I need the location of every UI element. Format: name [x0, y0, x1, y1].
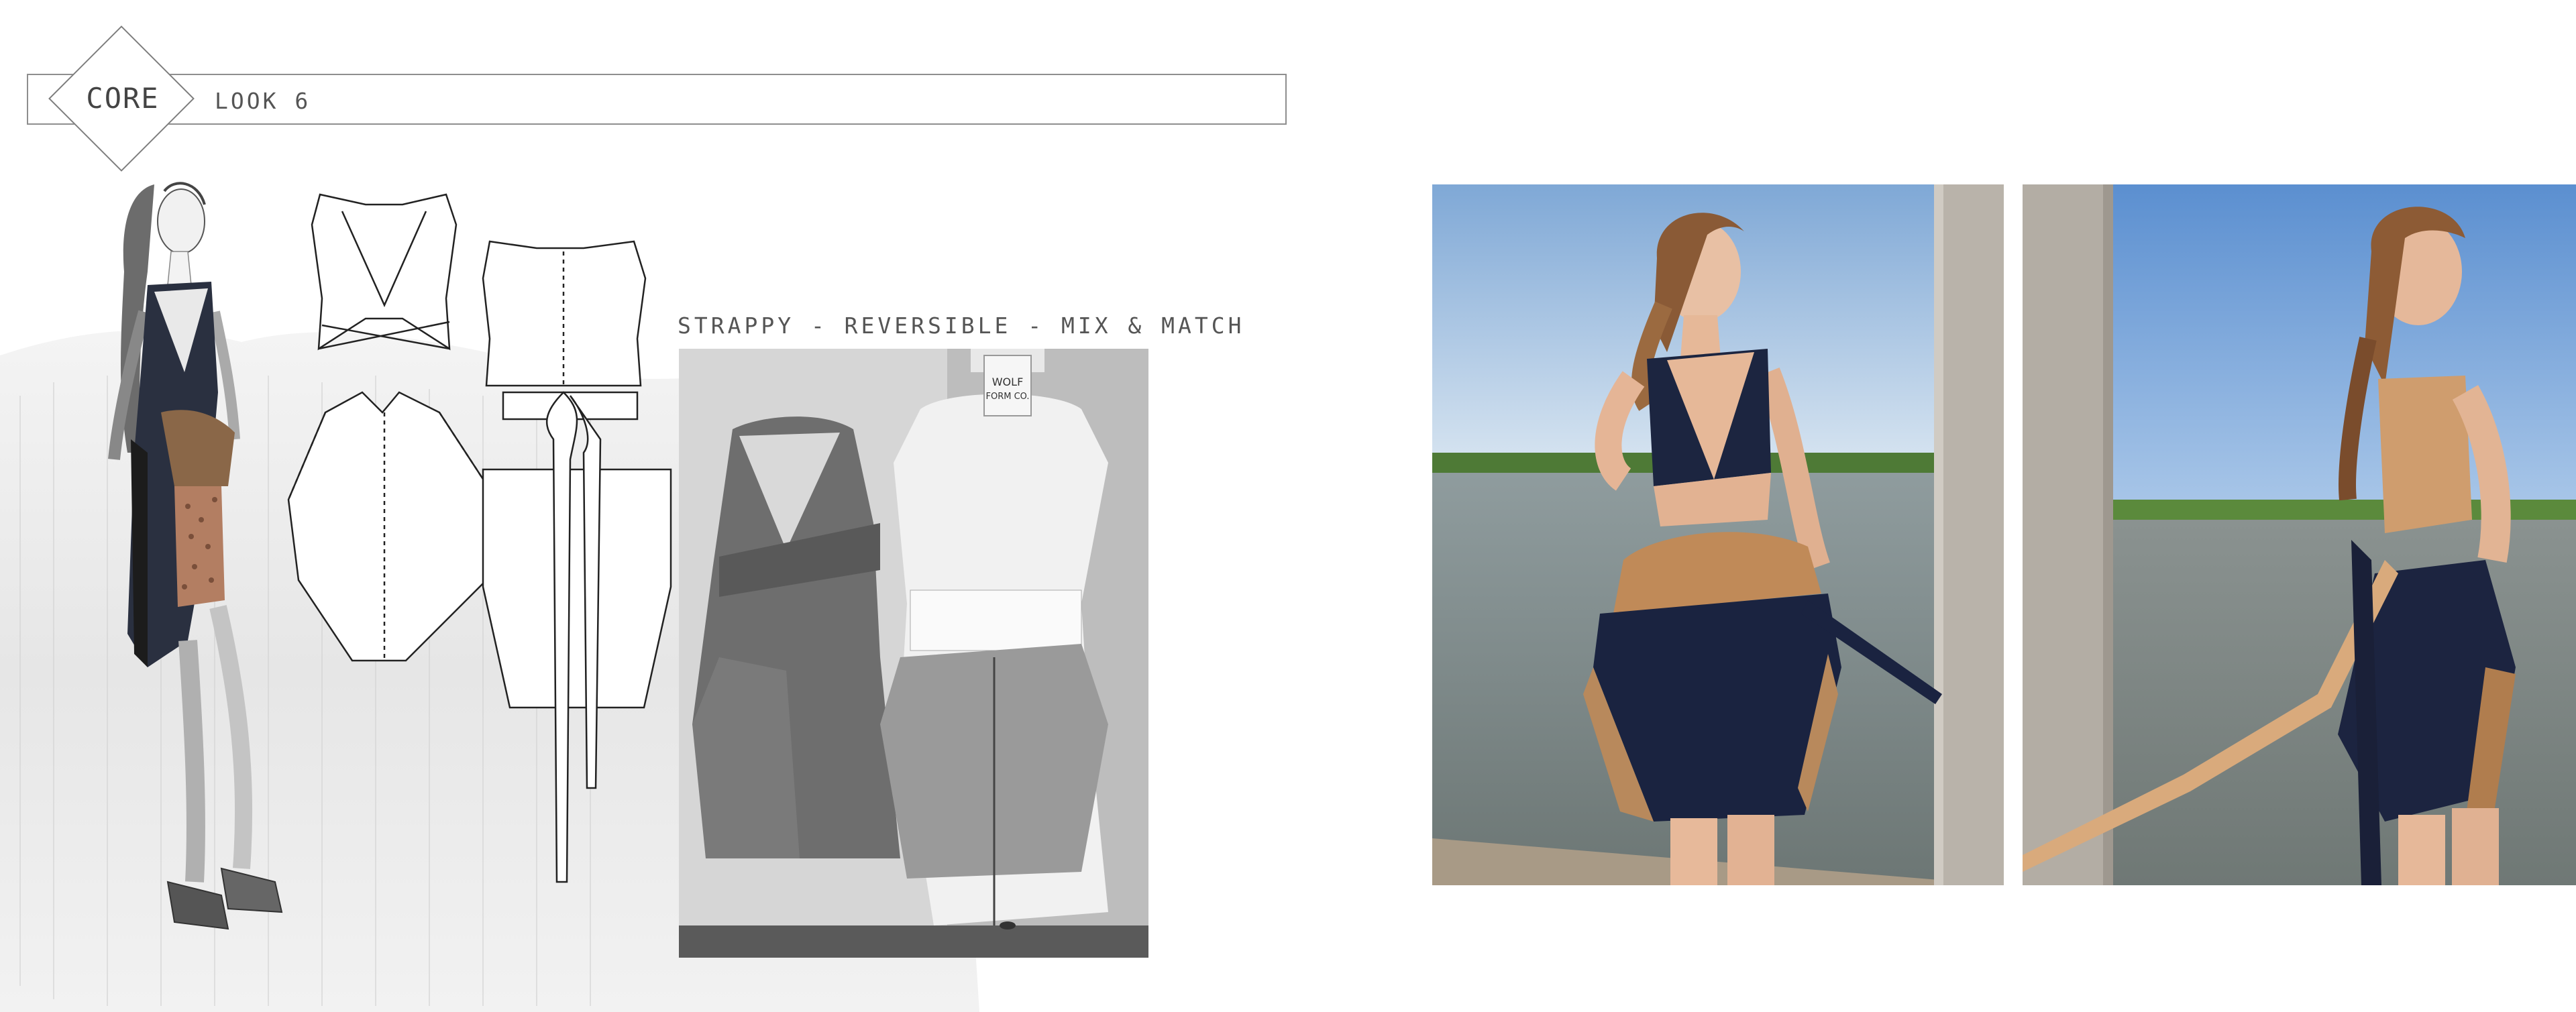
tagline: STRAPPY - REVERSIBLE - MIX & MATCH [678, 313, 1245, 339]
section-label: CORE [86, 82, 160, 115]
editorial-photo-front [1432, 184, 2004, 885]
mannequin-photo: WOLF FORM CO. [679, 349, 1148, 958]
mannequin-tag-form: FORM CO. [985, 392, 1029, 402]
fashion-illustration [108, 182, 283, 930]
flat-sketch-back [482, 240, 672, 883]
mannequin-tag-wolf: WOLF [992, 376, 1024, 388]
look-label: LOOK 6 [215, 88, 311, 114]
editorial-photo-back [2023, 184, 2576, 885]
